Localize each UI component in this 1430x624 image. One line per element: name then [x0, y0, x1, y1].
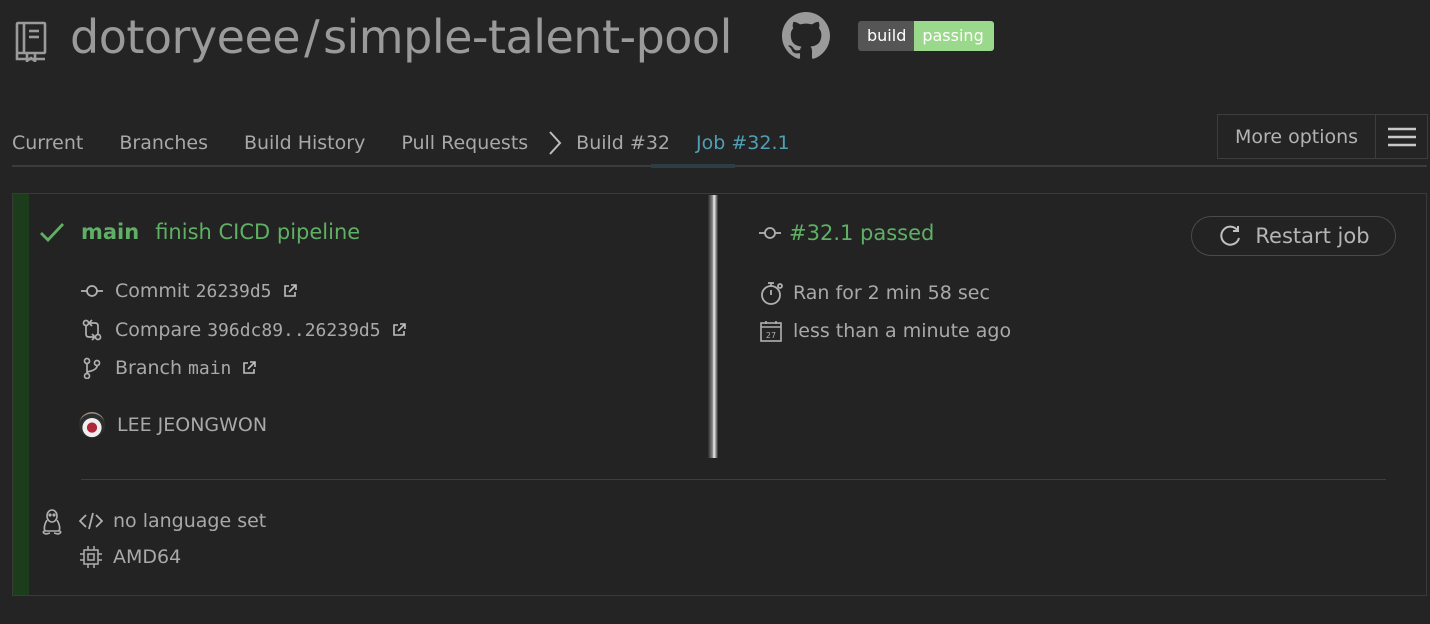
- cpu-icon: [80, 546, 102, 568]
- stopwatch-icon: [761, 282, 783, 305]
- job-finished: less than a minute ago: [793, 320, 1012, 342]
- more-options-button[interactable]: More options: [1217, 114, 1428, 159]
- job-status: #32.1 passed: [789, 221, 935, 245]
- job-duration: Ran for 2 min 58 sec: [793, 282, 990, 304]
- arch-row: AMD64: [79, 545, 181, 569]
- language-row: no language set: [79, 510, 266, 532]
- build-status-badge[interactable]: build passing: [858, 21, 994, 51]
- job-branch[interactable]: main: [81, 220, 139, 244]
- status-stripe: [13, 194, 29, 595]
- repo-owner[interactable]: dotoryeee: [70, 10, 301, 64]
- chevron-right-icon: [549, 131, 562, 155]
- svg-text:27: 27: [766, 331, 776, 340]
- restart-icon: [1220, 225, 1241, 246]
- travis-job-page: dotoryeee/simple-talent-pool build passi…: [0, 0, 1430, 624]
- branch-icon: [83, 357, 101, 379]
- commit-icon: [759, 227, 781, 239]
- external-link-icon[interactable]: [241, 360, 257, 376]
- branch-label: Branch: [115, 357, 183, 379]
- commit-icon: [81, 285, 103, 297]
- finished-row: 27 less than a minute ago: [759, 319, 1011, 343]
- author-name: LEE JEONGWON: [117, 414, 268, 436]
- commit-hash[interactable]: 26239d5: [196, 281, 272, 302]
- job-panel: main finish CICD pipeline Commit 26239d5…: [12, 193, 1427, 596]
- panel-horizontal-divider: [81, 479, 1386, 480]
- job-header-row: main finish CICD pipeline: [39, 220, 360, 244]
- commit-row: Commit 26239d5: [81, 280, 298, 302]
- linux-tux-icon: [42, 509, 62, 535]
- repo-book-icon: [15, 21, 47, 62]
- job-status-row: #32.1 passed: [759, 221, 934, 245]
- restart-job-label: Restart job: [1255, 224, 1370, 248]
- tab-job[interactable]: Job #32.1: [696, 132, 790, 154]
- commit-message: finish CICD pipeline: [155, 220, 361, 244]
- hamburger-icon: [1387, 127, 1416, 146]
- compare-label: Compare: [115, 319, 202, 341]
- code-icon: [79, 512, 103, 530]
- branch-name[interactable]: main: [188, 358, 231, 379]
- hamburger-menu-button[interactable]: [1375, 115, 1427, 158]
- author-row: LEE JEONGWON: [79, 412, 267, 438]
- tab-build-history[interactable]: Build History: [244, 132, 365, 154]
- github-icon[interactable]: [782, 12, 830, 60]
- compare-row: Compare 396dc89..26239d5: [81, 319, 407, 341]
- check-icon: [40, 223, 65, 243]
- more-options-label: More options: [1234, 125, 1359, 148]
- badge-status: passing: [914, 21, 994, 51]
- tab-branches[interactable]: Branches: [119, 132, 208, 154]
- panel-vertical-divider: [708, 195, 718, 458]
- repo-nav: Current Branches Build History Pull Requ…: [12, 120, 790, 166]
- avatar: [79, 412, 105, 438]
- restart-job-button[interactable]: Restart job: [1191, 216, 1396, 256]
- compare-icon: [82, 319, 102, 341]
- badge-label: build: [858, 21, 915, 51]
- external-link-icon[interactable]: [282, 283, 298, 299]
- tab-build[interactable]: Build #32: [576, 132, 670, 154]
- repo-title: dotoryeee/simple-talent-pool: [70, 6, 732, 68]
- tab-pull-requests[interactable]: Pull Requests: [401, 132, 528, 154]
- duration-row: Ran for 2 min 58 sec: [759, 280, 990, 306]
- job-arch: AMD64: [113, 546, 182, 568]
- tab-current[interactable]: Current: [12, 132, 83, 154]
- job-language: no language set: [113, 510, 267, 532]
- commit-label: Commit: [115, 280, 190, 302]
- active-tab-underline: [651, 164, 735, 168]
- compare-range[interactable]: 396dc89..26239d5: [207, 320, 380, 341]
- external-link-icon[interactable]: [391, 322, 407, 338]
- repo-separator: /: [304, 10, 320, 64]
- calendar-icon: 27: [760, 321, 782, 342]
- branch-row: Branch main: [81, 357, 257, 379]
- repo-name[interactable]: simple-talent-pool: [323, 10, 732, 64]
